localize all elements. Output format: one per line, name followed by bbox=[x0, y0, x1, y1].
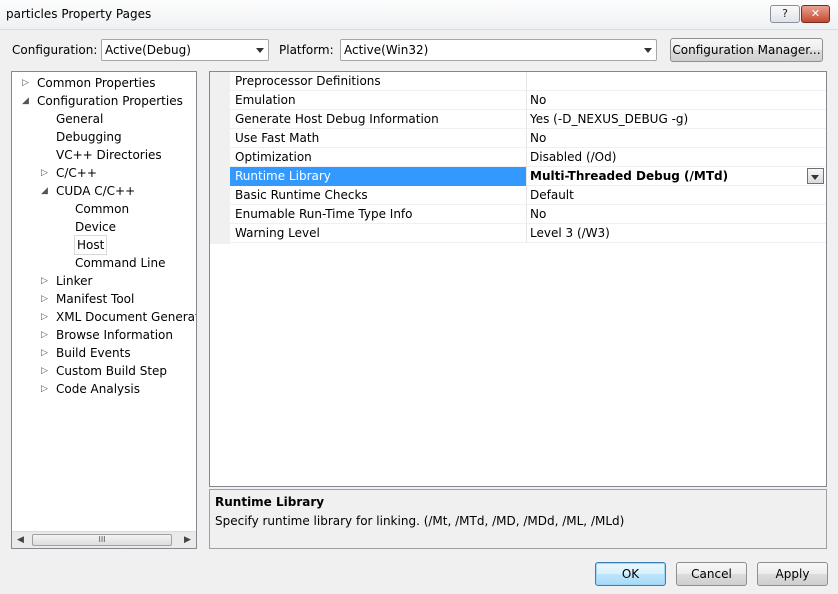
property-tree[interactable]: ▷ Common Properties ◢ Configuration Propert… bbox=[11, 71, 197, 549]
property-name: Basic Runtime Checks bbox=[235, 188, 368, 202]
tree-expander-icon[interactable]: ◢ bbox=[22, 92, 29, 110]
platform-select[interactable]: Active(Win32) bbox=[340, 39, 657, 61]
property-value[interactable]: Level 3 (/W3) bbox=[530, 226, 610, 240]
property-row[interactable]: Optimization Disabled (/Od) bbox=[230, 148, 826, 167]
column-divider bbox=[526, 224, 527, 243]
scroll-right-icon[interactable]: ▶ bbox=[179, 532, 196, 548]
tree-item[interactable]: Linker bbox=[56, 272, 92, 290]
tree-expander-icon[interactable]: ▷ bbox=[41, 362, 48, 380]
property-row[interactable]: Enumable Run-Time Type Info No bbox=[230, 205, 826, 224]
property-value[interactable]: No bbox=[530, 207, 546, 221]
tree-expander-icon[interactable]: ▷ bbox=[41, 272, 48, 290]
property-value[interactable]: No bbox=[530, 93, 546, 107]
tree-expander-icon[interactable]: ▷ bbox=[41, 164, 48, 182]
tree-expander-icon[interactable]: ▷ bbox=[22, 74, 29, 92]
platform-label: Platform: bbox=[279, 43, 334, 57]
configuration-value: Active(Debug) bbox=[105, 43, 191, 57]
chevron-down-icon bbox=[644, 48, 652, 53]
grid-gutter bbox=[210, 72, 230, 244]
description-text: Specify runtime library for linking. (/M… bbox=[215, 514, 625, 528]
property-row[interactable]: Generate Host Debug Information Yes (-D_N… bbox=[230, 110, 826, 129]
property-value[interactable]: Default bbox=[530, 188, 574, 202]
column-divider bbox=[526, 148, 527, 167]
title-bar: particles Property Pages ? ✕ bbox=[0, 0, 838, 30]
tree-item[interactable]: C/C++ bbox=[56, 164, 97, 182]
property-row[interactable]: Emulation No bbox=[230, 91, 826, 110]
property-name: Enumable Run-Time Type Info bbox=[235, 207, 413, 221]
property-name: Warning Level bbox=[235, 226, 320, 240]
column-divider bbox=[526, 91, 527, 110]
tree-expander-icon[interactable]: ◢ bbox=[41, 182, 48, 200]
property-name: Preprocessor Definitions bbox=[235, 74, 381, 88]
apply-button[interactable]: Apply bbox=[757, 562, 828, 586]
column-divider bbox=[526, 129, 527, 148]
column-divider bbox=[526, 72, 527, 91]
property-row[interactable]: Preprocessor Definitions bbox=[230, 72, 826, 91]
tree-item[interactable]: Build Events bbox=[56, 344, 131, 362]
value-dropdown-button[interactable] bbox=[807, 168, 824, 184]
configuration-select[interactable]: Active(Debug) bbox=[101, 39, 269, 61]
property-row[interactable]: Warning Level Level 3 (/W3) bbox=[230, 224, 826, 243]
column-divider bbox=[526, 186, 527, 205]
scroll-thumb[interactable]: III bbox=[32, 534, 172, 546]
tree-expander-icon[interactable]: ▷ bbox=[41, 326, 48, 344]
tree-item[interactable]: Common Properties bbox=[37, 74, 156, 92]
chevron-down-icon bbox=[811, 175, 819, 180]
description-panel: Runtime Library Specify runtime library … bbox=[209, 489, 827, 549]
tree-item[interactable]: Host bbox=[73, 235, 108, 255]
platform-value: Active(Win32) bbox=[344, 43, 429, 57]
tree-item[interactable]: General bbox=[56, 110, 103, 128]
property-name: Use Fast Math bbox=[235, 131, 320, 145]
property-row[interactable]: Basic Runtime Checks Default bbox=[230, 186, 826, 205]
property-row[interactable]: Use Fast Math No bbox=[230, 129, 826, 148]
tree-item[interactable]: Device bbox=[75, 218, 116, 236]
tree-horizontal-scrollbar[interactable]: ◀ III ▶ bbox=[12, 531, 196, 548]
help-button[interactable]: ? bbox=[770, 5, 800, 23]
configuration-manager-button[interactable]: Configuration Manager... bbox=[670, 38, 823, 62]
column-divider bbox=[526, 110, 527, 129]
scroll-left-icon[interactable]: ◀ bbox=[12, 532, 29, 548]
tree-item[interactable]: XML Document Generator bbox=[56, 308, 196, 326]
chevron-down-icon bbox=[256, 48, 264, 53]
property-row[interactable]: Runtime Library Multi-Threaded Debug (/MT… bbox=[230, 167, 826, 186]
tree-expander-icon[interactable]: ▷ bbox=[41, 308, 48, 326]
ok-button[interactable]: OK bbox=[595, 562, 666, 586]
tree-item[interactable]: Manifest Tool bbox=[56, 290, 134, 308]
property-pages-window: particles Property Pages ? ✕ Configurati… bbox=[0, 0, 838, 594]
property-name: Generate Host Debug Information bbox=[235, 112, 439, 126]
property-value[interactable]: Multi-Threaded Debug (/MTd) bbox=[530, 169, 728, 183]
tree-item[interactable]: VC++ Directories bbox=[56, 146, 162, 164]
tree-item[interactable]: Command Line bbox=[75, 254, 166, 272]
description-title: Runtime Library bbox=[215, 495, 325, 509]
tree-expander-icon[interactable]: ▷ bbox=[41, 380, 48, 398]
property-name: Emulation bbox=[235, 93, 296, 107]
tree-item[interactable]: Code Analysis bbox=[56, 380, 140, 398]
tree-item[interactable]: Common bbox=[75, 200, 129, 218]
tree-item[interactable]: Configuration Properties bbox=[37, 92, 183, 110]
column-divider bbox=[526, 167, 527, 186]
property-grid: Preprocessor Definitions Emulation No Gener… bbox=[209, 71, 827, 487]
column-divider bbox=[526, 205, 527, 224]
close-button[interactable]: ✕ bbox=[801, 5, 830, 23]
configuration-label: Configuration: bbox=[12, 43, 98, 57]
tree-expander-icon[interactable]: ▷ bbox=[41, 290, 48, 308]
property-value[interactable]: No bbox=[530, 131, 546, 145]
tree-item[interactable]: Debugging bbox=[56, 128, 122, 146]
tree-item[interactable]: CUDA C/C++ bbox=[56, 182, 135, 200]
tree-expander-icon[interactable]: ▷ bbox=[41, 344, 48, 362]
property-name: Runtime Library bbox=[235, 169, 331, 183]
tree-item[interactable]: Custom Build Step bbox=[56, 362, 167, 380]
cancel-button[interactable]: Cancel bbox=[676, 562, 747, 586]
tree-item[interactable]: Browse Information bbox=[56, 326, 173, 344]
window-title: particles Property Pages bbox=[6, 7, 152, 21]
property-value[interactable]: Yes (-D_NEXUS_DEBUG -g) bbox=[530, 112, 688, 126]
property-name: Optimization bbox=[235, 150, 312, 164]
property-value[interactable]: Disabled (/Od) bbox=[530, 150, 616, 164]
